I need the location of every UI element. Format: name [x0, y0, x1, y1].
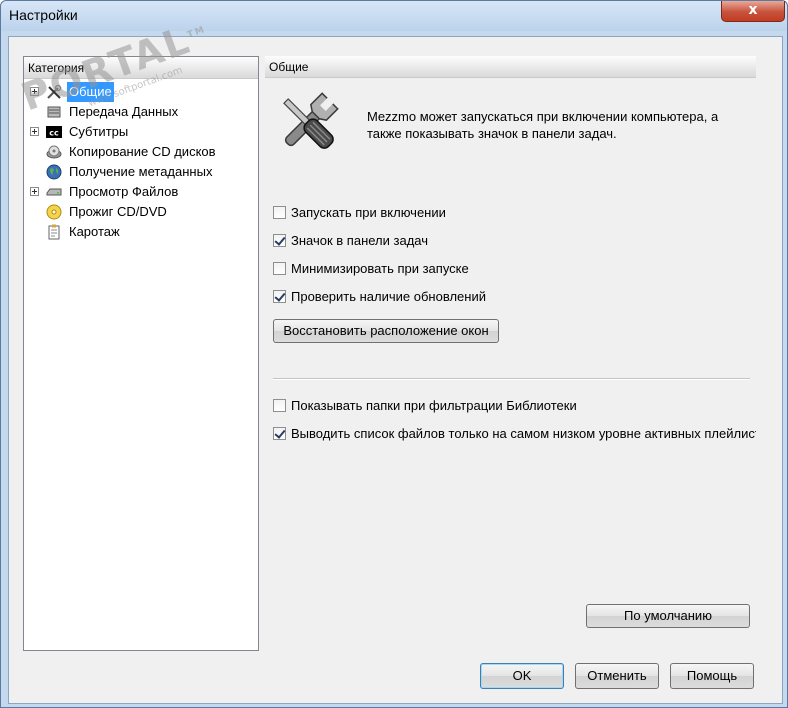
checkbox-box[interactable] — [273, 427, 286, 440]
checkbox-label: Показывать папки при фильтрации Библиоте… — [291, 398, 577, 413]
general-panel: Общие Mezzmo может запускаться при включ… — [265, 56, 756, 649]
checkbox-box[interactable] — [273, 399, 286, 412]
tools-icon — [283, 92, 339, 149]
tree-item-label: Копирование CD дисков — [69, 144, 216, 159]
tree-item-label: Каротаж — [69, 224, 120, 239]
checkbox-box[interactable] — [273, 290, 286, 303]
checkbox-label: Значок в панели задач — [291, 233, 428, 248]
tree-item-cd-copy[interactable]: Копирование CD дисков — [24, 142, 254, 162]
drive-icon — [46, 188, 62, 196]
tree-item-subtitles[interactable]: cc Субтитры — [24, 122, 254, 142]
reset-layout-button[interactable]: Восстановить расположение окон — [273, 319, 499, 343]
category-header: Категория — [24, 57, 258, 79]
tree-item-label: Субтитры — [69, 124, 129, 139]
defaults-button[interactable]: По умолчанию — [586, 604, 750, 628]
checkbox-box[interactable] — [273, 206, 286, 219]
close-icon: x — [748, 2, 758, 18]
server-icon — [47, 106, 61, 118]
tree-item-data-transfer[interactable]: Передача Данных — [24, 102, 254, 122]
expand-icon[interactable] — [30, 127, 39, 136]
help-button[interactable]: Помощь — [670, 663, 754, 689]
expand-icon[interactable] — [30, 87, 39, 96]
checkbox-label: Проверить наличие обновлений — [291, 289, 486, 304]
cancel-button[interactable]: Отменить — [575, 663, 659, 689]
checkbox-label: Запускать при включении — [291, 205, 446, 220]
cd-drive-icon — [46, 145, 62, 159]
tree-item-logging[interactable]: Каротаж — [24, 222, 254, 242]
general-header: Общие — [265, 56, 756, 78]
globe-icon — [46, 164, 62, 180]
tree-item-general[interactable]: Общие — [24, 82, 254, 102]
tree-item-file-browse[interactable]: Просмотр Файлов — [24, 182, 254, 202]
checkbox-label: Выводить список файлов только на самом н… — [291, 426, 756, 441]
cc-icon: cc — [46, 126, 62, 138]
tree-item-label: Прожиг CD/DVD — [69, 204, 167, 219]
settings-window: Настройки x Категория Общие Передача Дан… — [0, 0, 788, 708]
tree-item-label: Передача Данных — [69, 104, 179, 119]
svg-text:cc: cc — [49, 129, 59, 138]
tools-icon — [47, 84, 62, 99]
separator — [273, 378, 750, 380]
tree-item-label: Просмотр Файлов — [69, 184, 179, 199]
close-button[interactable]: x — [721, 1, 785, 22]
window-title: Настройки — [9, 7, 78, 23]
tree-item-metadata[interactable]: Получение метаданных — [24, 162, 254, 182]
log-icon — [48, 224, 60, 240]
expand-icon[interactable] — [30, 187, 39, 196]
ok-button[interactable]: OK — [480, 663, 564, 689]
general-description: Mezzmo может запускаться при включении к… — [367, 109, 719, 141]
lowest-level-files-checkbox[interactable]: Выводить список файлов только на самом н… — [273, 426, 756, 442]
tree-item-label: Общие — [67, 82, 114, 102]
dialog-body: Категория Общие Передача Данных cc Субти… — [8, 36, 783, 704]
category-tree: Общие Передача Данных cc Субтитры Копиро… — [24, 82, 254, 242]
checkbox-box[interactable] — [273, 234, 286, 247]
checkbox-label: Минимизировать при запуске — [291, 261, 469, 276]
title-bar[interactable]: Настройки x — [1, 1, 787, 31]
disc-icon — [46, 204, 62, 220]
tree-item-label: Получение метаданных — [69, 164, 213, 179]
tree-item-burn[interactable]: Прожиг CD/DVD — [24, 202, 254, 222]
checkbox-box[interactable] — [273, 262, 286, 275]
category-panel: Категория Общие Передача Данных cc Субти… — [23, 56, 259, 651]
